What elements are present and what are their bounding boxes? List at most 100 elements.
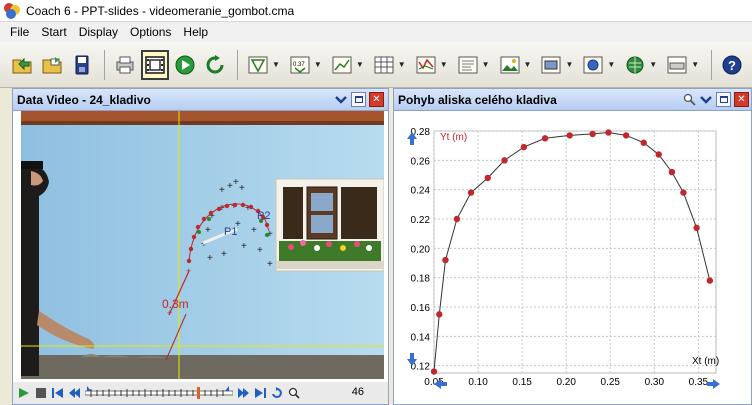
film-strip-icon: [145, 55, 165, 74]
menu-start[interactable]: Start: [35, 25, 72, 39]
zoom-button[interactable]: [287, 386, 301, 400]
data-point[interactable]: [453, 215, 461, 223]
tool-meter-button[interactable]: 0.37: [286, 50, 314, 80]
maximize-button[interactable]: [351, 92, 366, 107]
menu-options[interactable]: Options: [124, 25, 177, 39]
video-frame[interactable]: + + ++++ +++ +++ ++ +++ ++++: [21, 111, 384, 379]
x-tick-label: 0.20: [556, 377, 576, 388]
frame-slider[interactable]: [85, 386, 233, 400]
stop-button[interactable]: [34, 386, 48, 400]
svg-text:+: +: [241, 241, 247, 252]
chevron-down-icon[interactable]: ▼: [398, 60, 406, 69]
data-point[interactable]: [622, 132, 630, 139]
chevron-down-icon[interactable]: ▼: [565, 60, 573, 69]
chevron-down-icon[interactable]: ▼: [649, 60, 657, 69]
scale-length-label: 0.3m: [162, 297, 189, 311]
data-point[interactable]: [467, 189, 475, 196]
data-point[interactable]: [541, 135, 549, 142]
tool-sensor-button[interactable]: [579, 50, 607, 80]
step-back-icon: [69, 388, 80, 398]
maximize-button[interactable]: [716, 92, 731, 107]
data-point[interactable]: [436, 311, 443, 318]
data-point[interactable]: [655, 151, 662, 158]
close-button[interactable]: ✕: [734, 92, 749, 107]
chevron-down-icon[interactable]: ▼: [314, 60, 322, 69]
chevron-down-icon[interactable]: ▼: [356, 60, 364, 69]
svg-text:+: +: [267, 259, 273, 270]
chevron-down-icon[interactable]: [334, 93, 348, 107]
tool-diagram-button[interactable]: [244, 50, 272, 80]
tool-text-button[interactable]: [454, 50, 482, 80]
play-button[interactable]: [17, 386, 31, 400]
chevron-down-icon[interactable]: [699, 93, 713, 107]
tool-web-button[interactable]: [621, 50, 649, 80]
ground: [21, 355, 384, 379]
prev-frame-button[interactable]: [68, 386, 82, 400]
chevron-down-icon[interactable]: ▼: [272, 60, 280, 69]
menu-file[interactable]: File: [4, 25, 35, 39]
y-tick-label: 0.18: [411, 274, 431, 285]
chevron-down-icon[interactable]: ▼: [440, 60, 448, 69]
tool-graph-button[interactable]: [328, 50, 356, 80]
loop-button[interactable]: [270, 386, 284, 400]
graph-area[interactable]: 0.12 0.14 0.16 0.18 0.20 0.22 0.24 0.26 0.28 0.0…: [394, 111, 751, 404]
x-axis-label: Xt (m): [692, 356, 719, 367]
svg-text:+: +: [251, 225, 257, 236]
chevron-down-icon[interactable]: ▼: [607, 60, 615, 69]
save-button[interactable]: [68, 50, 96, 80]
y-tick-label: 0.20: [411, 244, 431, 255]
x-tick-label: 0.15: [512, 377, 532, 388]
video-scene: + + ++++ +++ +++ ++ +++ ++++: [21, 111, 384, 379]
coach-app-icon: [4, 2, 20, 19]
point-label-p1: P1: [224, 226, 237, 238]
menu-display[interactable]: Display: [73, 25, 124, 39]
video-mode-button[interactable]: [141, 49, 169, 80]
data-video-panel-title: Data Video - 24_kladivo: [17, 92, 151, 107]
y-tick-label: 0.26: [411, 156, 431, 167]
data-point[interactable]: [706, 277, 714, 284]
open-activity-button[interactable]: [8, 50, 36, 80]
data-point[interactable]: [640, 139, 647, 146]
magnifier-icon: [288, 387, 300, 399]
next-frame-button[interactable]: [236, 386, 250, 400]
help-icon: ?: [722, 55, 742, 74]
sensor-icon: [583, 56, 603, 73]
data-point[interactable]: [680, 189, 687, 196]
tool-analysis-button[interactable]: [412, 50, 440, 80]
data-point[interactable]: [566, 132, 573, 139]
video-icon: [541, 56, 561, 73]
zoom-icon[interactable]: [683, 93, 697, 107]
tool-table-button[interactable]: [370, 50, 398, 80]
data-point[interactable]: [484, 174, 491, 182]
chevron-down-icon[interactable]: ▼: [524, 60, 532, 69]
data-point[interactable]: [442, 256, 449, 264]
refresh-button[interactable]: [201, 50, 229, 80]
data-point[interactable]: [589, 130, 596, 138]
save-disk-icon: [75, 55, 89, 74]
first-frame-button[interactable]: [51, 386, 65, 400]
data-point[interactable]: [605, 129, 612, 136]
help-button[interactable]: ?: [718, 50, 746, 80]
data-point[interactable]: [668, 168, 676, 176]
open-result-button[interactable]: [38, 50, 66, 80]
toolbar: ▼ 0.37 ▼ ▼ ▼ ▼ ▼ ▼ ▼ ▼ ▼ ▼ ?: [0, 42, 752, 88]
tool-video-button[interactable]: [537, 50, 565, 80]
close-button[interactable]: ✕: [369, 92, 384, 107]
chevron-down-icon[interactable]: ▼: [691, 60, 699, 69]
print-button[interactable]: [111, 50, 139, 80]
chevron-down-icon[interactable]: ▼: [482, 60, 490, 69]
data-point[interactable]: [520, 143, 528, 151]
data-point[interactable]: [430, 368, 438, 375]
last-frame-button[interactable]: [253, 386, 267, 400]
stop-icon: [36, 388, 46, 398]
start-measurement-button[interactable]: [171, 50, 199, 80]
menu-help[interactable]: Help: [177, 25, 214, 39]
tool-abc-button[interactable]: [663, 50, 691, 80]
slider-thumb[interactable]: [197, 387, 200, 399]
arrow-right-icon[interactable]: [707, 379, 720, 389]
y-tick-label: 0.24: [411, 186, 431, 197]
tool-picture-button[interactable]: [496, 50, 524, 80]
data-point[interactable]: [693, 224, 700, 231]
table-icon: [374, 56, 394, 73]
data-point[interactable]: [501, 157, 508, 164]
